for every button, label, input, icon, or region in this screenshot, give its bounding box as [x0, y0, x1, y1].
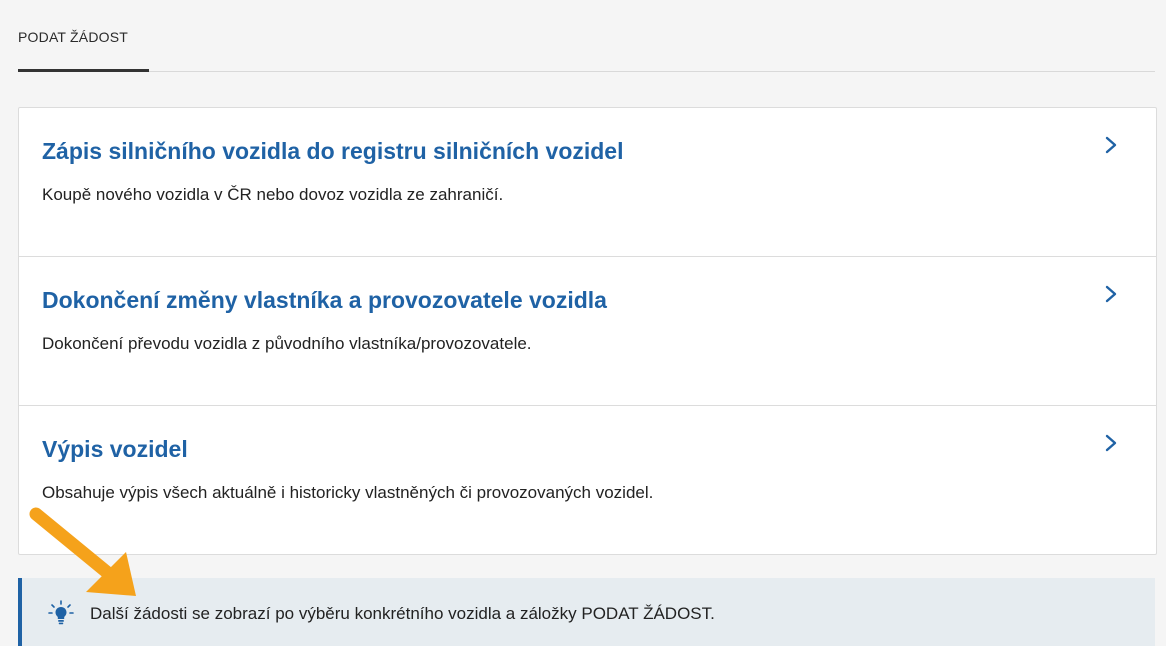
- lightbulb-icon: [48, 600, 74, 625]
- request-list: Zápis silničního vozidla do registru sil…: [18, 107, 1157, 555]
- info-text: Další žádosti se zobrazí po výběru konkr…: [90, 604, 715, 623]
- card-title[interactable]: Zápis silničního vozidla do registru sil…: [42, 138, 624, 165]
- chevron-right-icon[interactable]: [1103, 135, 1119, 155]
- page: PODAT ŽÁDOST Zápis silničního vozidla do…: [0, 0, 1166, 646]
- request-card-ownership-change[interactable]: Dokončení změny vlastníka a provozovatel…: [19, 257, 1156, 406]
- card-title[interactable]: Výpis vozidel: [42, 436, 188, 463]
- tab-bar: PODAT ŽÁDOST: [18, 0, 1155, 72]
- tab-podat-zadost[interactable]: PODAT ŽÁDOST: [18, 0, 149, 72]
- request-card-vehicle-list[interactable]: Výpis vozidel Obsahuje výpis všech aktuá…: [19, 406, 1156, 554]
- chevron-right-icon[interactable]: [1103, 284, 1119, 304]
- card-description: Dokončení převodu vozidla z původního vl…: [42, 334, 532, 353]
- card-description: Obsahuje výpis všech aktuálně i historic…: [42, 483, 654, 502]
- info-banner: Další žádosti se zobrazí po výběru konkr…: [18, 578, 1155, 646]
- request-card-registration[interactable]: Zápis silničního vozidla do registru sil…: [19, 108, 1156, 257]
- active-tab-indicator: [18, 69, 149, 72]
- tab-label: PODAT ŽÁDOST: [18, 29, 129, 45]
- card-title[interactable]: Dokončení změny vlastníka a provozovatel…: [42, 287, 607, 314]
- card-description: Koupě nového vozidla v ČR nebo dovoz voz…: [42, 185, 504, 204]
- chevron-right-icon[interactable]: [1103, 433, 1119, 453]
